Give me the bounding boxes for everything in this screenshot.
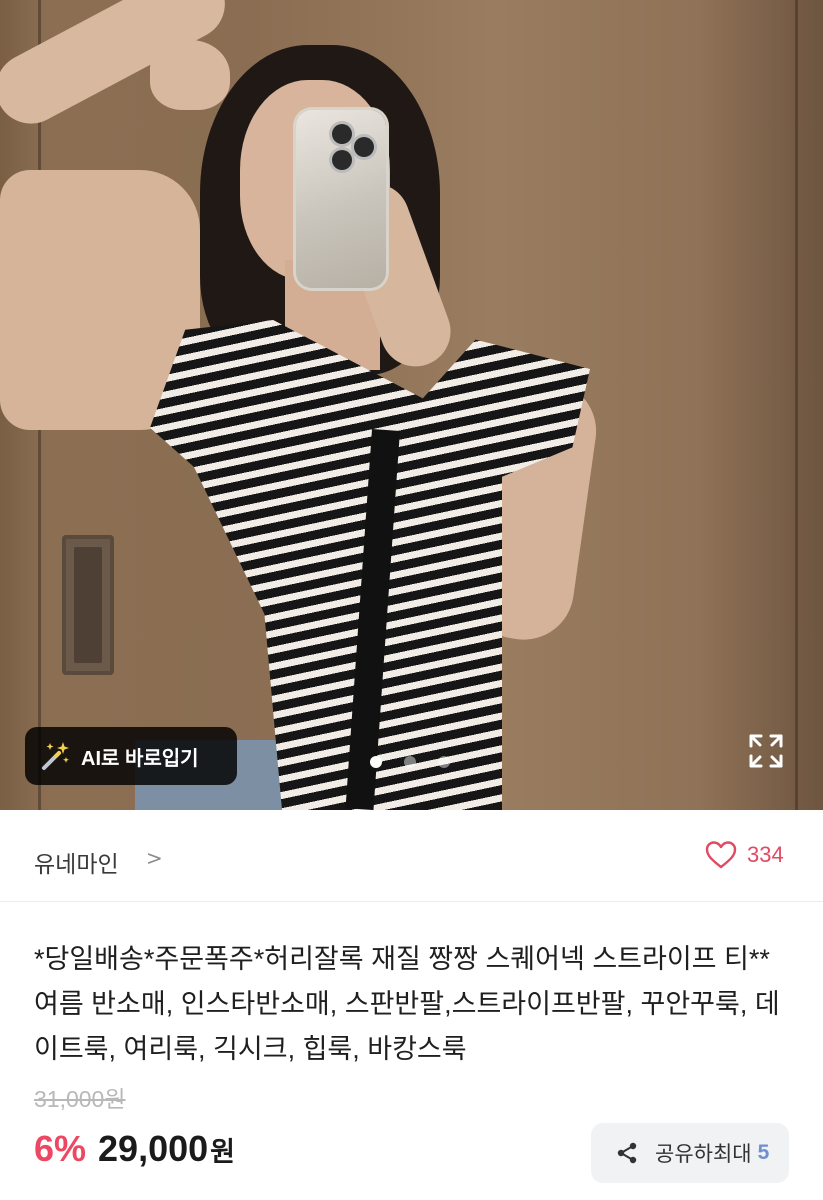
like-count: 334 <box>747 842 784 867</box>
carousel-dot[interactable] <box>438 756 450 768</box>
chevron-right-icon[interactable]: > <box>146 846 163 870</box>
phone-camera <box>332 150 352 170</box>
product-detail-page: AI로 바로입기 유네마인 > 334 *당일배송*주문폭주*허리잘록 재질 짱… <box>0 0 823 1200</box>
magic-wand-icon <box>42 742 69 770</box>
phone-camera <box>354 137 374 157</box>
share-label: 공유하 <box>655 1143 713 1166</box>
price-row: 6% 29,000 원 <box>34 1128 235 1170</box>
wall-panel-line <box>795 0 798 810</box>
ai-try-on-button[interactable]: AI로 바로입기 <box>25 727 237 785</box>
like-button[interactable]: 334 <box>705 840 784 870</box>
expand-icon[interactable] <box>748 733 784 769</box>
phone-camera <box>332 124 352 144</box>
product-image[interactable]: AI로 바로입기 <box>0 0 823 810</box>
currency-unit: 원 <box>210 1137 235 1167</box>
original-price: 31,000원 <box>34 1086 126 1112</box>
discount-rate: 6% <box>34 1128 87 1169</box>
share-icon <box>617 1142 637 1164</box>
door-handle <box>62 535 114 675</box>
share-max-label: 최대 <box>712 1143 752 1166</box>
seller-row: 유네마인 > 334 <box>0 810 823 902</box>
seller-name-link[interactable]: 유네마인 <box>34 845 119 879</box>
carousel-dot-active[interactable] <box>370 756 382 768</box>
sale-price: 29,000 <box>98 1128 209 1169</box>
photo-phone <box>296 110 386 288</box>
carousel-dot[interactable] <box>404 756 416 768</box>
ai-try-on-label: AI로 바로입기 <box>81 747 199 770</box>
heart-icon <box>705 841 737 869</box>
photo-hand <box>150 40 230 110</box>
share-button[interactable]: 공유하 최대 5 <box>591 1123 789 1183</box>
product-title: *당일배송*주문폭주*허리잘록 재질 짱짱 스퀘어넥 스트라이프 티** 여름 … <box>34 944 780 1064</box>
share-reward-count: 5 <box>757 1141 770 1164</box>
carousel-indicator <box>370 756 450 768</box>
